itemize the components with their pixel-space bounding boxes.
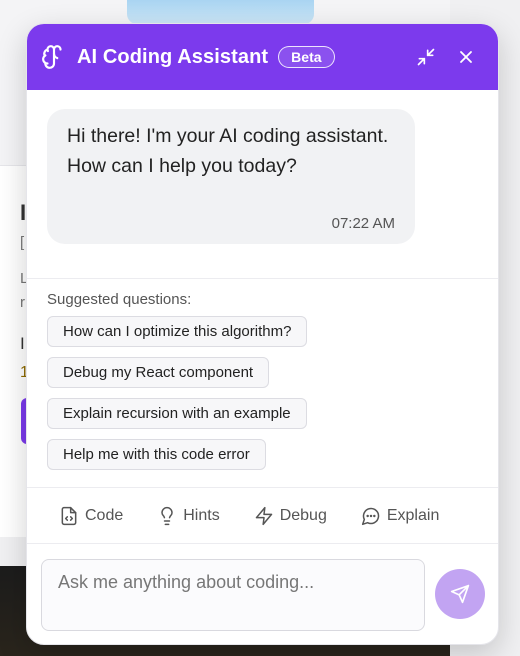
explain-button-label: Explain bbox=[386, 506, 440, 524]
lightbulb-icon bbox=[161, 506, 173, 525]
background-text-fragment: I bbox=[20, 334, 25, 353]
message-list: Hi there! I'm your AI coding assistant. … bbox=[27, 90, 498, 279]
minimize-button[interactable] bbox=[412, 43, 440, 71]
hints-button[interactable]: Hints bbox=[157, 506, 220, 526]
chat-header: AI Coding Assistant Beta bbox=[27, 24, 498, 90]
suggestion-chip[interactable]: Help me with this code error bbox=[47, 439, 266, 470]
close-button[interactable] bbox=[452, 43, 480, 71]
minimize-icon bbox=[417, 48, 435, 66]
message-timestamp: 07:22 AM bbox=[331, 215, 395, 232]
message-circle-icon bbox=[361, 507, 380, 525]
assistant-message: Hi there! I'm your AI coding assistant. … bbox=[47, 109, 415, 244]
brain-icon bbox=[41, 44, 67, 70]
debug-button[interactable]: Debug bbox=[254, 506, 327, 526]
code-button[interactable]: Code bbox=[59, 506, 123, 526]
suggested-questions-label: Suggested questions: bbox=[47, 291, 192, 308]
beta-badge: Beta bbox=[278, 46, 335, 68]
background-image bbox=[127, 0, 314, 24]
code-button-label: Code bbox=[85, 506, 124, 524]
message-composer bbox=[27, 544, 498, 644]
background-text-fragment: [ bbox=[20, 234, 25, 251]
code-file-icon bbox=[61, 506, 77, 525]
lightning-icon bbox=[255, 506, 272, 525]
hints-button-label: Hints bbox=[183, 506, 220, 524]
suggestion-chip[interactable]: How can I optimize this algorithm? bbox=[47, 316, 308, 347]
background-text-fragment: r bbox=[20, 294, 25, 311]
close-icon bbox=[460, 51, 472, 63]
send-button[interactable] bbox=[435, 569, 485, 619]
suggested-questions: Suggested questions: How can I optimize … bbox=[27, 279, 498, 488]
chat-input[interactable] bbox=[41, 559, 425, 631]
chat-widget: AI Coding Assistant Beta Hi there! I'm y… bbox=[26, 23, 499, 645]
send-icon bbox=[450, 584, 470, 604]
suggestion-chip[interactable]: Explain recursion with an example bbox=[47, 398, 307, 429]
explain-button[interactable]: Explain bbox=[361, 506, 439, 526]
message-text: Hi there! I'm your AI coding assistant. … bbox=[67, 125, 389, 177]
debug-button-label: Debug bbox=[279, 506, 327, 524]
suggestion-chip[interactable]: Debug my React component bbox=[47, 357, 270, 388]
chat-title: AI Coding Assistant bbox=[77, 45, 269, 68]
tool-bar: Code Hints Debug Explain bbox=[27, 488, 498, 544]
